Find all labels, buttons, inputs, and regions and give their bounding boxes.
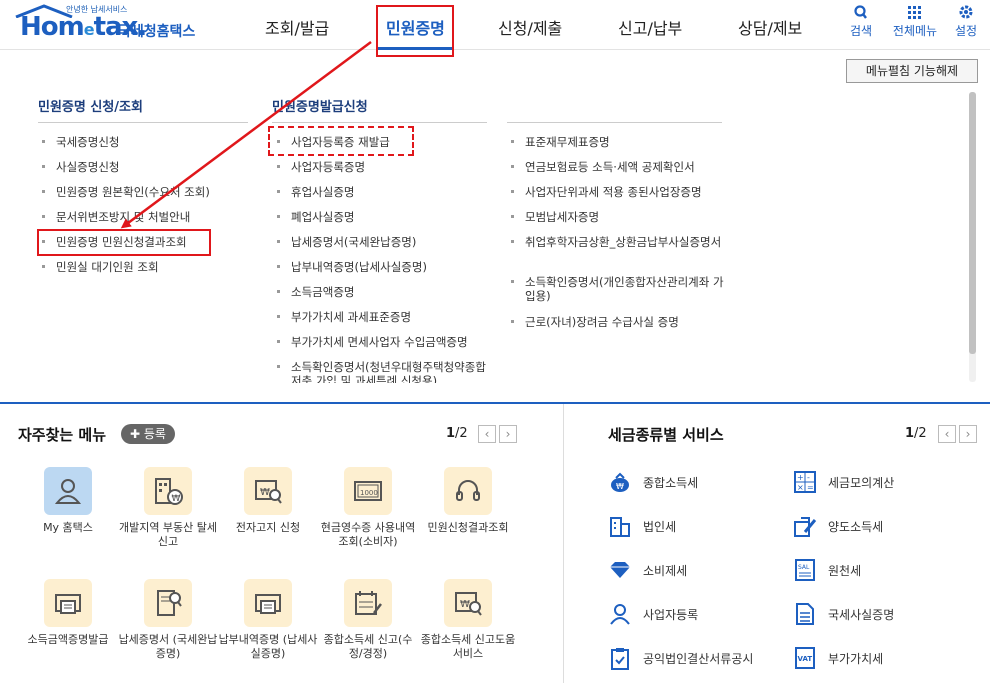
svg-text:₩: ₩ xyxy=(616,482,624,491)
service-vat[interactable]: VAT 부가가치세 xyxy=(793,646,923,672)
favorites-prev-button[interactable]: ‹ xyxy=(478,425,496,443)
svg-text:VAT: VAT xyxy=(798,655,813,663)
services-pager: 1/2 xyxy=(905,426,927,441)
services-title: 세금종류별 서비스 xyxy=(608,426,724,444)
service-corporate-tax[interactable]: 법인세 xyxy=(608,514,738,540)
salary-doc-icon: SAL xyxy=(795,559,815,581)
favorites-register-button[interactable]: ✚ 등록 xyxy=(121,424,175,444)
money-bag-icon: ₩ xyxy=(611,472,629,492)
bill-icon: 1000 xyxy=(354,481,382,501)
document-search-icon: ₩ xyxy=(255,480,282,504)
printer-doc-icon xyxy=(55,594,81,614)
service-public-corp-disclosure[interactable]: 공익법인결산서류공시 xyxy=(608,646,778,672)
office-building-icon xyxy=(610,517,630,537)
calculator-icon: + -× = xyxy=(794,471,816,493)
section-divider xyxy=(0,402,990,404)
section-vertical-divider xyxy=(563,404,564,683)
document-search-icon xyxy=(157,590,182,616)
chevron-left-icon: ‹ xyxy=(944,427,950,441)
service-biz-registration[interactable]: 사업자등록 xyxy=(608,602,738,628)
favorites-next-button[interactable]: › xyxy=(499,425,517,443)
service-national-tax-fact[interactable]: 국세사실증명 xyxy=(793,602,923,628)
vat-doc-icon: VAT xyxy=(795,647,815,669)
diamond-icon xyxy=(610,562,630,578)
svg-text:₩: ₩ xyxy=(172,494,181,504)
calendar-pen-icon xyxy=(355,591,382,615)
svg-text:+: + xyxy=(797,473,804,482)
printer-doc-icon xyxy=(255,594,281,614)
service-income-tax[interactable]: ₩ 종합소득세 xyxy=(608,470,738,496)
document-pen-icon xyxy=(794,517,817,537)
chevron-right-icon: › xyxy=(505,427,511,441)
services-next-button[interactable]: › xyxy=(959,425,977,443)
services-prev-button[interactable]: ‹ xyxy=(938,425,956,443)
favorites-title: 자주찾는 메뉴 xyxy=(18,426,107,444)
person-icon xyxy=(54,479,82,504)
favorites-pager: 1/2 xyxy=(446,426,468,441)
svg-text:=: = xyxy=(807,483,814,492)
service-consumption-tax[interactable]: 소비제세 xyxy=(608,558,738,584)
svg-text:₩: ₩ xyxy=(260,487,270,498)
document-lines-icon xyxy=(796,603,814,625)
svg-text:SAL: SAL xyxy=(798,564,810,571)
svg-text:×: × xyxy=(797,483,804,492)
building-money-icon: ₩ xyxy=(155,478,183,505)
document-search-icon: ₩ xyxy=(455,592,482,616)
service-transfer-tax[interactable]: 양도소득세 xyxy=(793,514,923,540)
svg-text:₩: ₩ xyxy=(460,599,470,610)
svg-text:-: - xyxy=(807,473,810,482)
plus-icon: ✚ xyxy=(130,427,144,441)
chevron-left-icon: ‹ xyxy=(484,427,490,441)
svg-text:1000: 1000 xyxy=(360,489,378,497)
service-tax-simulation[interactable]: + - × = 세금모의계산 xyxy=(793,470,923,496)
chevron-right-icon: › xyxy=(965,427,971,441)
headset-icon xyxy=(456,480,480,501)
person-icon xyxy=(610,604,630,625)
clipboard-check-icon xyxy=(611,648,629,670)
service-withholding-tax[interactable]: SAL 원천세 xyxy=(793,558,923,584)
